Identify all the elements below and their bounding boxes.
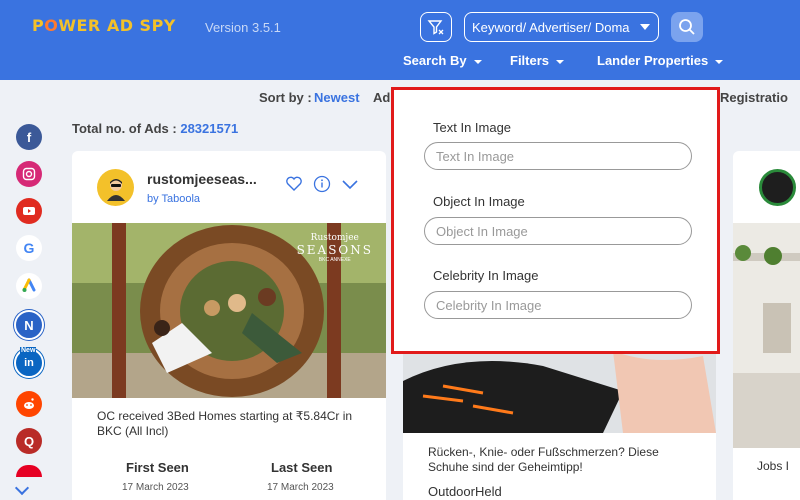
advertiser-name[interactable]: OutdoorHeld — [428, 484, 502, 499]
object-in-image-label: Object In Image — [433, 194, 525, 209]
nav-search-by[interactable]: Search By — [403, 53, 482, 68]
youtube-icon[interactable] — [16, 198, 42, 224]
sort-label: Sort by : — [259, 90, 312, 105]
first-seen-date: 17 March 2023 — [122, 482, 189, 493]
linkedin-icon[interactable]: in New — [14, 347, 44, 378]
caret-down-icon — [556, 59, 565, 64]
ad-card[interactable]: Jobs I — [733, 151, 800, 500]
nav-filters[interactable]: Filters — [510, 53, 565, 68]
ad-text: Rücken-, Knie- oder Fußschmerzen? Diese … — [428, 445, 659, 474]
object-in-image-input[interactable]: Object In Image — [424, 217, 692, 245]
search-icon — [679, 19, 695, 35]
sort-registration-option[interactable]: Registratio — [720, 90, 788, 105]
search-button[interactable] — [671, 12, 703, 42]
filter-icon — [427, 20, 444, 35]
caret-down-icon — [640, 24, 650, 30]
total-ads: Total no. of Ads : 28321571 — [72, 121, 239, 136]
last-seen-date: 17 March 2023 — [267, 482, 334, 493]
celebrity-in-image-label: Celebrity In Image — [433, 268, 539, 283]
avatar — [759, 169, 796, 206]
new-badge: New — [20, 347, 37, 354]
pinterest-icon[interactable] — [16, 465, 42, 477]
image-search-popup: Text In Image Text In Image Object In Im… — [391, 87, 720, 354]
text-in-image-input[interactable]: Text In Image — [424, 142, 692, 170]
heart-icon[interactable] — [285, 176, 303, 192]
ad-text: OC received 3Bed Homes starting at ₹5.84… — [97, 409, 353, 438]
text-in-image-label: Text In Image — [433, 120, 512, 135]
search-type-select[interactable]: Keyword/ Advertiser/ Doma — [464, 12, 659, 42]
quora-icon[interactable]: Q — [16, 428, 42, 454]
top-header: POWER AD SPY Version 3.5.1 Keyword/ Adve… — [0, 0, 800, 80]
ad-network: by Taboola — [147, 193, 201, 205]
chevron-down-icon[interactable] — [14, 480, 30, 496]
sort-newest[interactable]: Newest — [314, 90, 360, 105]
chevron-down-icon[interactable] — [341, 178, 359, 190]
version-label: Version 3.5.1 — [205, 20, 281, 35]
first-seen-label: First Seen — [126, 460, 189, 475]
image-brand-text: Rustomjee SEASONS BKC ANNEXE — [296, 233, 373, 263]
caret-down-icon — [715, 59, 724, 64]
caret-down-icon — [473, 59, 482, 64]
app-logo[interactable]: POWER AD SPY — [32, 16, 176, 35]
sort-ad-option[interactable]: Ad — [373, 90, 390, 105]
celebrity-in-image-input[interactable]: Celebrity In Image — [424, 291, 692, 319]
google-ads-icon[interactable] — [16, 273, 42, 299]
ad-image[interactable]: Rustomjee SEASONS BKC ANNEXE — [72, 223, 386, 398]
last-seen-label: Last Seen — [271, 460, 333, 475]
advertiser-name[interactable]: rustomjeeseas... — [147, 171, 257, 187]
native-icon[interactable]: N — [14, 310, 44, 340]
nav-lander-properties[interactable]: Lander Properties — [597, 53, 724, 68]
reddit-icon[interactable] — [16, 391, 42, 417]
info-icon[interactable] — [313, 175, 331, 193]
clear-filter-button[interactable] — [420, 12, 452, 42]
avatar — [97, 169, 134, 206]
ad-text: Jobs I — [757, 459, 790, 473]
ad-card[interactable]: rustomjeeseas... by Taboola Rustomjee SE… — [72, 151, 386, 500]
google-icon[interactable]: G — [16, 235, 42, 261]
ad-image[interactable] — [733, 223, 800, 448]
instagram-icon[interactable] — [16, 161, 42, 187]
facebook-icon[interactable]: f — [16, 124, 42, 150]
